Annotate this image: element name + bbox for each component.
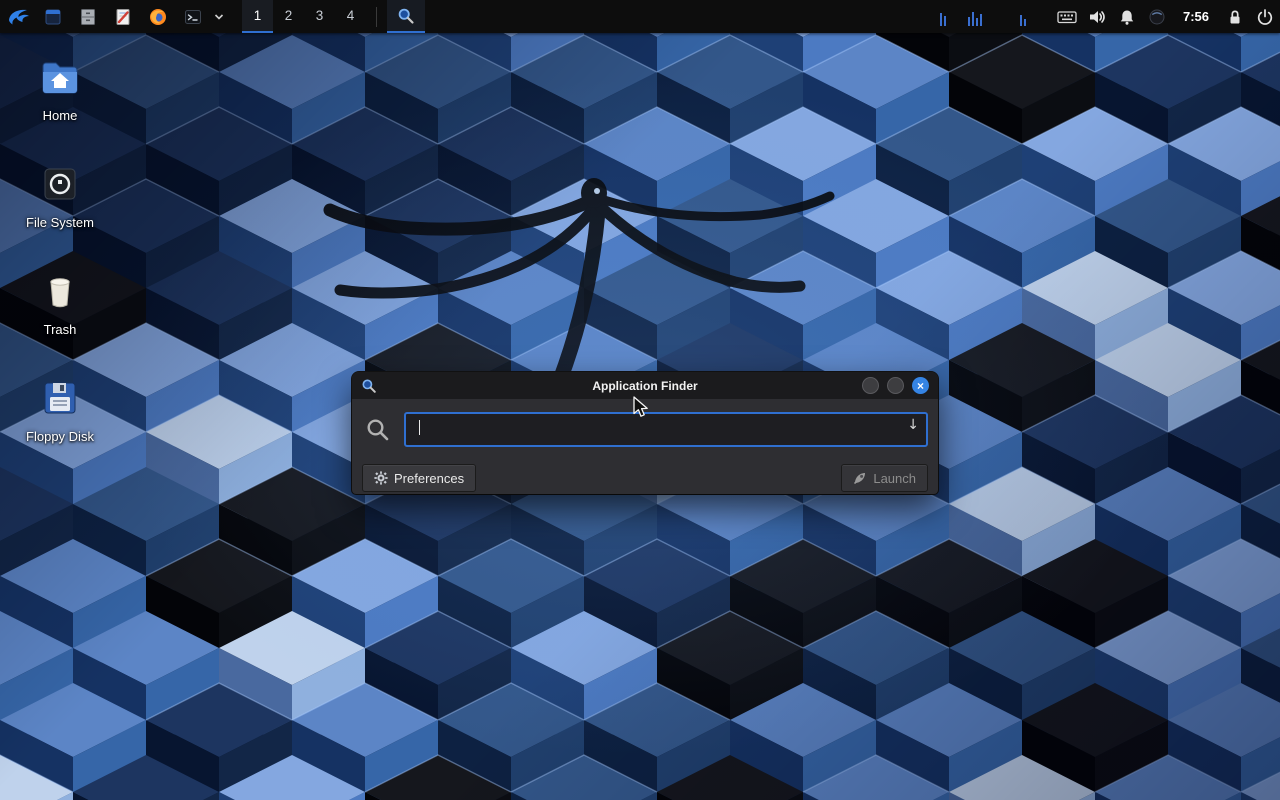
desktop-icon-list: Home File System Trash (12, 52, 108, 464)
terminal-window-icon (183, 7, 203, 27)
drive-icon (35, 159, 85, 209)
lock-screen-icon[interactable] (1220, 0, 1250, 33)
workspace-1[interactable]: 1 (242, 0, 273, 33)
floppy-disk-icon (35, 373, 85, 423)
window-title: Application Finder (352, 379, 938, 393)
document-pencil-icon (113, 7, 133, 27)
search-input[interactable] (406, 414, 926, 445)
power-icon (1255, 8, 1275, 26)
search-row: ↓ (362, 412, 928, 447)
clock-text: 7:56 (1175, 9, 1217, 24)
search-field: ↓ (404, 412, 928, 447)
status-orb-icon[interactable] (1142, 0, 1172, 33)
desktop: 1 2 3 4 (0, 0, 1280, 800)
log-out-icon[interactable] (1250, 0, 1280, 33)
window-app-icon[interactable] (35, 0, 70, 33)
home-folder-icon (35, 52, 85, 102)
lock-icon (1225, 8, 1245, 26)
finder-body: ↓ (352, 399, 938, 502)
cabinet-icon (78, 7, 98, 27)
window-controls: × (862, 377, 929, 394)
firefox-logo-icon (148, 7, 168, 27)
volume-icon[interactable] (1082, 0, 1112, 33)
rocket-icon (853, 471, 867, 485)
kali-logo-icon (6, 5, 30, 29)
kali-menu-icon[interactable] (0, 0, 35, 33)
speaker-icon (1087, 8, 1107, 26)
app-finder-icon (397, 7, 415, 25)
top-panel: 1 2 3 4 (0, 0, 1280, 33)
desktop-icon-floppy-disk[interactable]: Floppy Disk (12, 373, 108, 464)
clock[interactable]: 7:56 (1172, 0, 1220, 33)
desktop-icon-home[interactable]: Home (12, 52, 108, 143)
preferences-button[interactable]: Preferences (362, 464, 476, 492)
firefox-icon[interactable] (140, 0, 175, 33)
titlebar[interactable]: Application Finder × (352, 372, 938, 399)
terminal-icon[interactable] (175, 0, 210, 33)
desktop-icon-label: File System (26, 216, 94, 230)
keyboard-icon (1057, 9, 1077, 25)
taskbar-application-finder[interactable] (387, 0, 425, 33)
workspace-2[interactable]: 2 (273, 0, 304, 33)
system-monitor-graph[interactable] (934, 8, 1044, 26)
desktop-icon-file-system[interactable]: File System (12, 159, 108, 250)
chevron-down-icon (213, 11, 225, 23)
launch-label: Launch (873, 471, 916, 486)
panel-separator (376, 7, 377, 27)
text-editor-icon[interactable] (105, 0, 140, 33)
close-icon: × (917, 379, 924, 393)
desktop-icon-trash[interactable]: Trash (12, 266, 108, 357)
maximize-button[interactable] (887, 377, 904, 394)
file-cabinet-icon[interactable] (70, 0, 105, 33)
launch-button[interactable]: Launch (841, 464, 928, 492)
window-app-finder-icon (361, 378, 377, 394)
trash-bin-icon (35, 266, 85, 316)
bell-icon (1117, 8, 1137, 26)
terminal-dropdown-chevron[interactable] (210, 0, 228, 33)
footer-row: Preferences Launch (362, 464, 928, 492)
window-icon (43, 7, 63, 27)
desktop-icon-label: Floppy Disk (26, 430, 94, 444)
keyboard-layout-icon[interactable] (1052, 0, 1082, 33)
orb-icon (1147, 8, 1167, 26)
close-button[interactable]: × (912, 377, 929, 394)
minimize-button[interactable] (862, 377, 879, 394)
application-finder-window: Application Finder × ↓ (352, 372, 938, 494)
search-icon (365, 417, 391, 443)
workspace-3[interactable]: 3 (304, 0, 335, 33)
preferences-label: Preferences (394, 471, 464, 486)
notifications-icon[interactable] (1112, 0, 1142, 33)
panel-left: 1 2 3 4 (0, 0, 425, 33)
workspace-switcher: 1 2 3 4 (242, 0, 366, 33)
desktop-icon-label: Home (43, 109, 78, 123)
panel-right: 7:56 (934, 0, 1280, 33)
desktop-icon-label: Trash (44, 323, 77, 337)
gear-icon (374, 471, 388, 485)
workspace-4[interactable]: 4 (335, 0, 366, 33)
text-caret (419, 420, 420, 435)
